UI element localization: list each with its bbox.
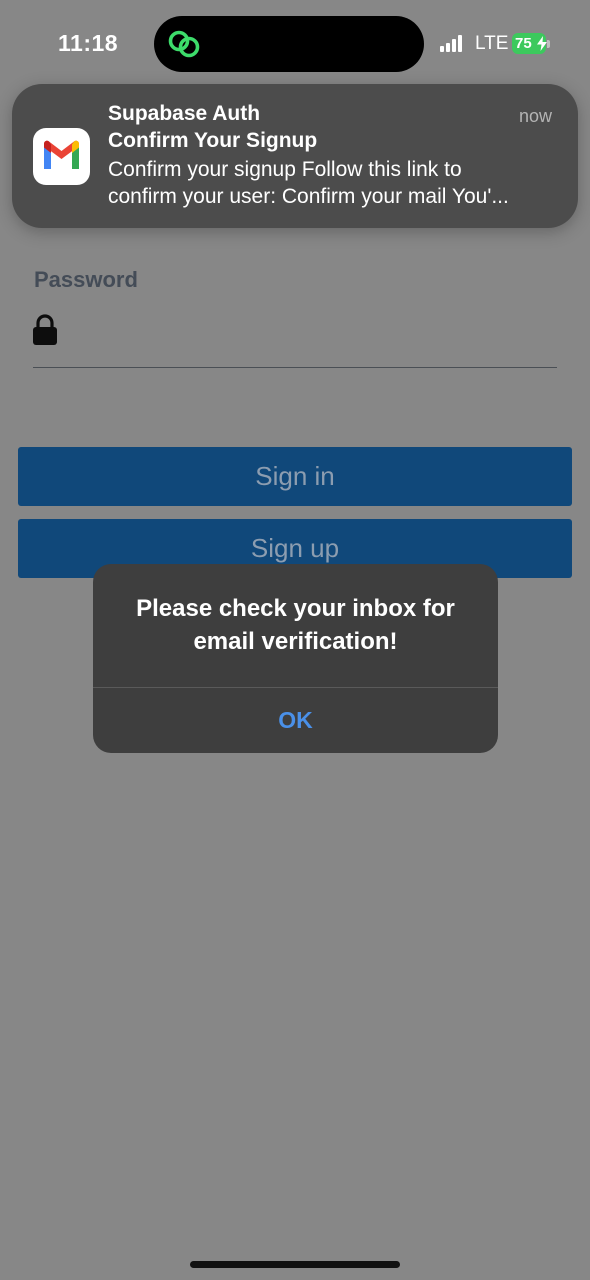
notification-app-name: Supabase Auth <box>108 102 261 125</box>
link-rings-icon <box>168 30 200 58</box>
alert-message: Please check your inbox for email verifi… <box>113 592 478 658</box>
cellular-signal-icon <box>440 34 468 52</box>
password-label: Password <box>34 267 138 292</box>
battery-cap <box>547 40 550 48</box>
gmail-icon <box>33 128 90 185</box>
alert-message-line: Please check your inbox for <box>136 595 455 622</box>
alert-dialog: Please check your inbox for email verifi… <box>93 564 498 753</box>
dynamic-island <box>154 16 424 72</box>
notification-body-line: Confirm your signup Follow this link to <box>108 158 462 181</box>
home-indicator[interactable] <box>190 1261 400 1268</box>
alert-message-line: email verification! <box>193 628 398 655</box>
charging-bolt-icon <box>537 36 547 51</box>
alert-ok-button[interactable]: OK <box>93 688 498 753</box>
notification-time: now <box>518 106 552 126</box>
password-underline <box>33 367 557 368</box>
network-type: LTE <box>475 33 509 54</box>
password-input[interactable] <box>70 310 560 356</box>
notification-body-line: confirm your user: Confirm your mail You… <box>108 185 509 208</box>
sign-in-button[interactable]: Sign in <box>18 447 572 506</box>
status-time: 11:18 <box>58 30 119 56</box>
lock-icon <box>33 314 57 345</box>
battery-icon: 75 <box>512 33 550 54</box>
notification-body: Confirm your signup Follow this link to … <box>108 156 558 210</box>
email-notification-banner[interactable]: Supabase Auth now Confirm Your Signup Co… <box>12 84 578 228</box>
notification-subject: Confirm Your Signup <box>108 129 318 152</box>
